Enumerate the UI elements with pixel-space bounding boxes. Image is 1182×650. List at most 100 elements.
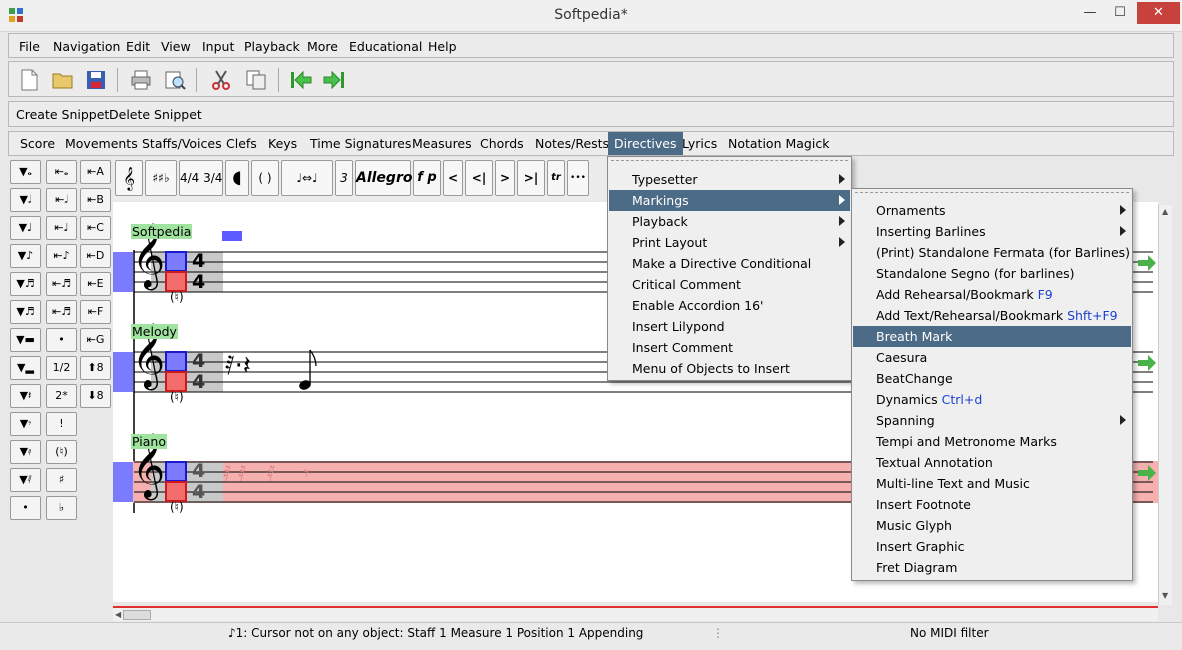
paren-button[interactable]: ( ) — [251, 160, 279, 196]
insert-thirtysecond-button[interactable]: ⇤♬ — [46, 300, 77, 324]
whole-note-button[interactable]: ▼𝅝 — [10, 160, 41, 184]
menu-help[interactable]: Help — [428, 39, 457, 54]
quarter-note-button[interactable]: ▼♩ — [10, 216, 41, 240]
half-note-button[interactable]: ▼𝅗𝅥 — [10, 188, 41, 212]
markings-spanning[interactable]: Spanning — [853, 410, 1131, 431]
thirtysecond-note-button[interactable]: ▼♬ — [10, 300, 41, 324]
markings-standalone-segno[interactable]: Standalone Segno (for barlines) — [853, 263, 1131, 284]
previous-arrow-icon[interactable] — [289, 68, 313, 92]
quarter-rest-button[interactable]: ▼𝄽 — [10, 384, 41, 408]
markings-insert-footnote[interactable]: Insert Footnote — [853, 494, 1131, 515]
insert-half-button[interactable]: ⇤𝅗𝅥 — [46, 188, 77, 212]
print-preview-icon[interactable] — [163, 68, 187, 92]
scroll-thumb[interactable] — [123, 610, 151, 620]
markings-inserting-barlines[interactable]: Inserting Barlines — [853, 221, 1131, 242]
obj-measures[interactable]: Measures — [406, 132, 478, 155]
keysig-button[interactable]: ♯♯♭ — [145, 160, 177, 196]
nav-next-button[interactable]: > — [495, 160, 515, 196]
halve-duration-button[interactable]: 1/2 — [46, 356, 77, 380]
menu-more[interactable]: More — [307, 39, 338, 54]
directives-menu-of-objects[interactable]: Menu of Objects to Insert — [609, 358, 850, 379]
half-rest-button[interactable]: ▼▂ — [10, 356, 41, 380]
dot-button[interactable]: • — [10, 496, 41, 520]
staff-name-piano[interactable]: Piano — [131, 434, 167, 449]
cut-icon[interactable] — [209, 68, 233, 92]
insert-whole-button[interactable]: ⇤𝅝 — [46, 160, 77, 184]
sharpen-button[interactable]: ♯ — [46, 468, 77, 492]
add-dot-button[interactable]: • — [46, 328, 77, 352]
notehead-button[interactable]: ◖ — [225, 160, 249, 196]
directives-markings[interactable]: Markings — [609, 190, 850, 211]
obj-score[interactable]: Score — [14, 132, 61, 155]
menu-view[interactable]: View — [161, 39, 191, 54]
scroll-up-icon[interactable]: ▲ — [1162, 207, 1168, 216]
obj-clefs[interactable]: Clefs — [220, 132, 263, 155]
insert-sixteenth-button[interactable]: ⇤♬ — [46, 272, 77, 296]
directives-make-conditional[interactable]: Make a Directive Conditional — [609, 253, 850, 274]
new-file-icon[interactable] — [17, 68, 41, 92]
save-icon[interactable] — [84, 68, 108, 92]
menu-input[interactable]: Input — [202, 39, 234, 54]
slur-button[interactable]: ♩⇔♩ — [281, 160, 333, 196]
obj-lyrics[interactable]: Lyrics — [676, 132, 723, 155]
copy-icon[interactable] — [244, 68, 268, 92]
thirtysecond-rest-button[interactable]: ▼𝅀 — [10, 468, 41, 492]
note-g-button[interactable]: ⇤G — [80, 328, 111, 352]
markings-standalone-fermata[interactable]: (Print) Standalone Fermata (for Barlines… — [853, 242, 1131, 263]
create-snippet-button[interactable]: Create Snippet — [16, 107, 109, 122]
obj-chords[interactable]: Chords — [474, 132, 530, 155]
eighth-note-button[interactable]: ▼♪ — [10, 244, 41, 268]
note-a-button[interactable]: ⇤A — [80, 160, 111, 184]
eighth-rest-button[interactable]: ▼𝄾 — [10, 412, 41, 436]
directives-insert-lilypond[interactable]: Insert Lilypond — [609, 316, 850, 337]
obj-notes-rests[interactable]: Notes/Rests — [529, 132, 615, 155]
markings-music-glyph[interactable]: Music Glyph — [853, 515, 1131, 536]
nav-prev-button[interactable]: < — [443, 160, 463, 196]
note-c-button[interactable]: ⇤C — [80, 216, 111, 240]
markings-fret-diagram[interactable]: Fret Diagram — [853, 557, 1131, 578]
dynamic-button[interactable]: f p — [413, 160, 441, 196]
nav-end-button[interactable]: >| — [517, 160, 545, 196]
markings-multiline-text[interactable]: Multi-line Text and Music — [853, 473, 1131, 494]
menu-edit[interactable]: Edit — [126, 39, 150, 54]
note-d-button[interactable]: ⇤D — [80, 244, 111, 268]
cautionary-button[interactable]: ! — [46, 412, 77, 436]
trill-button[interactable]: tr — [547, 160, 565, 196]
markings-tempi[interactable]: Tempi and Metronome Marks — [853, 431, 1131, 452]
obj-staffs-voices[interactable]: Staffs/Voices — [136, 132, 228, 155]
directives-playback[interactable]: Playback — [609, 211, 850, 232]
horizontal-scrollbar[interactable]: ◀ — [113, 606, 1158, 621]
obj-directives[interactable]: Directives — [608, 132, 683, 155]
natural-paren-button[interactable]: (♮) — [46, 440, 77, 464]
octave-down-button[interactable]: ⬇8 — [80, 384, 111, 408]
markings-add-text-rehearsal[interactable]: Add Text/Rehearsal/Bookmark Shft+F9 — [853, 305, 1131, 326]
vertical-scrollbar[interactable]: ▲ ▼ — [1158, 205, 1172, 605]
scroll-left-icon[interactable]: ◀ — [115, 610, 121, 619]
markings-textual-annotation[interactable]: Textual Annotation — [853, 452, 1131, 473]
timesig-button[interactable]: 4/4 3/4 — [179, 160, 223, 196]
menu-navigation[interactable]: Navigation — [53, 39, 120, 54]
insert-eighth-button[interactable]: ⇤♪ — [46, 244, 77, 268]
nav-start-button[interactable]: <| — [465, 160, 493, 196]
scroll-down-icon[interactable]: ▼ — [1162, 591, 1168, 600]
clef-button[interactable]: 𝄞 — [115, 160, 143, 196]
delete-snippet-button[interactable]: Delete Snippet — [109, 107, 202, 122]
directives-critical-comment[interactable]: Critical Comment — [609, 274, 850, 295]
markings-breath-mark[interactable]: Breath Mark — [853, 326, 1131, 347]
staff-name-melody[interactable]: Melody — [131, 324, 178, 339]
markings-caesura[interactable]: Caesura — [853, 347, 1131, 368]
octave-up-button[interactable]: ⬆8 — [80, 356, 111, 380]
directives-print-layout[interactable]: Print Layout — [609, 232, 850, 253]
obj-time-signatures[interactable]: Time Signatures — [304, 132, 417, 155]
menu-file[interactable]: File — [19, 39, 40, 54]
directives-enable-accordion[interactable]: Enable Accordion 16' — [609, 295, 850, 316]
directives-typesetter[interactable]: Typesetter — [609, 169, 850, 190]
minimize-button[interactable]: — — [1075, 2, 1105, 24]
sixteenth-note-button[interactable]: ▼♬ — [10, 272, 41, 296]
triplet-button[interactable]: 3 — [335, 160, 353, 196]
tempo-button[interactable]: Allegro — [355, 160, 412, 196]
insert-quarter-button[interactable]: ⇤♩ — [46, 216, 77, 240]
flatten-button[interactable]: ♭ — [46, 496, 77, 520]
menu-educational[interactable]: Educational — [349, 39, 422, 54]
double-duration-button[interactable]: 2* — [46, 384, 77, 408]
